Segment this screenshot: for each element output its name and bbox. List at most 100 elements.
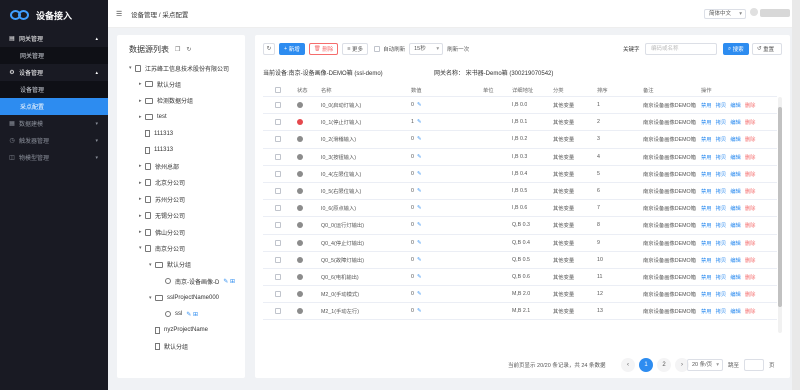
delete-link[interactable]: 删除 xyxy=(745,256,756,264)
sidebar-group-trigger[interactable]: ◷ 触发器管理 ▾ xyxy=(0,132,108,149)
edit-value-icon[interactable]: ✎ xyxy=(417,274,421,280)
tree-node[interactable]: 默认分组 xyxy=(149,342,188,352)
copy-link[interactable]: 拷贝 xyxy=(716,153,727,161)
table-row[interactable]: Q0_6(电机输出) 0 ✎ Q,B 0.6 其他变量 11 南京设备画像DEMO箱 禁用 拷贝… xyxy=(263,269,777,287)
more-button[interactable]: ≡ 更多 xyxy=(342,43,369,55)
breadcrumb-item[interactable]: 设备管理 xyxy=(131,12,157,19)
sidebar-item-device-manage[interactable]: 设备管理 xyxy=(0,81,108,98)
copy-link[interactable]: 拷贝 xyxy=(716,307,727,315)
sidebar-group-gateway[interactable]: ▤ 网关管理 ▴ xyxy=(0,30,108,47)
row-checkbox[interactable] xyxy=(275,256,281,263)
disable-link[interactable]: 禁用 xyxy=(701,153,712,161)
table-row[interactable]: I0_0(启动灯输入) 0 ✎ I,B 0.0 其他变量 1 南京设备画像DEMO箱 禁用 拷贝… xyxy=(263,97,777,115)
page-size-select[interactable]: 20 条/页 xyxy=(687,359,723,371)
node-edit-icons[interactable]: ✎ ⊞ xyxy=(223,278,235,285)
disable-link[interactable]: 禁用 xyxy=(701,187,712,195)
disable-link[interactable]: 禁用 xyxy=(701,256,712,264)
edit-link[interactable]: 编辑 xyxy=(730,153,741,161)
copy-link[interactable]: 拷贝 xyxy=(716,204,727,212)
disable-link[interactable]: 禁用 xyxy=(701,273,712,281)
edit-value-icon[interactable]: ✎ xyxy=(417,257,421,263)
edit-link[interactable]: 编辑 xyxy=(730,256,741,264)
row-checkbox[interactable] xyxy=(275,239,281,246)
node-edit-icons[interactable]: ✎ ⊞ xyxy=(186,311,198,318)
copy-link[interactable]: 拷贝 xyxy=(716,221,727,229)
edit-value-icon[interactable]: ✎ xyxy=(417,222,421,228)
menu-toggle-icon[interactable]: ☰ xyxy=(116,10,123,18)
user-name-blurred[interactable] xyxy=(760,9,790,17)
disable-link[interactable]: 禁用 xyxy=(701,118,712,126)
table-row[interactable]: I0_4(左限位输入) 0 ✎ I,B 0.4 其他变量 5 南京设备画像DEMO箱 禁用 拷贝… xyxy=(263,166,777,183)
select-all-checkbox[interactable] xyxy=(275,86,281,93)
row-checkbox[interactable] xyxy=(275,308,281,315)
copy-link[interactable]: 拷贝 xyxy=(716,187,727,195)
delete-link[interactable]: 删除 xyxy=(745,101,756,109)
table-scrollbar[interactable] xyxy=(778,97,782,333)
tree-node[interactable]: ▸ 徐州总部 xyxy=(139,161,179,171)
edit-link[interactable]: 编辑 xyxy=(730,239,741,247)
table-row[interactable]: I0_3(按钮输入) 0 ✎ I,B 0.3 其他变量 4 南京设备画像DEMO箱 禁用 拷贝编… xyxy=(263,149,777,166)
disable-link[interactable]: 禁用 xyxy=(701,170,712,178)
table-row[interactable]: I0_5(右限位输入) 0 ✎ I,B 0.5 其他变量 6 南京设备画像DEMO箱 禁用 拷贝… xyxy=(263,183,777,201)
edit-value-icon[interactable]: ✎ xyxy=(417,119,421,125)
edit-link[interactable]: 编辑 xyxy=(730,118,741,126)
tree-node[interactable]: ▸ 北京分公司 xyxy=(139,178,185,188)
sidebar-item-gateway-manage[interactable]: 网关管理 xyxy=(0,47,108,64)
edit-link[interactable]: 编辑 xyxy=(730,273,741,281)
edit-link[interactable]: 编辑 xyxy=(730,204,741,212)
row-checkbox[interactable] xyxy=(275,102,281,109)
copy-link[interactable]: 拷贝 xyxy=(716,290,727,298)
tree-node[interactable]: 南京-设备画像-D ✎ ⊞ xyxy=(159,276,235,286)
edit-value-icon[interactable]: ✎ xyxy=(417,205,421,211)
avatar[interactable] xyxy=(750,8,758,16)
copy-link[interactable]: 拷贝 xyxy=(716,101,727,109)
delete-link[interactable]: 删除 xyxy=(745,204,756,212)
jump-page-input[interactable] xyxy=(744,359,765,371)
delete-button[interactable]: 🗑 删除 xyxy=(308,43,339,55)
edit-link[interactable]: 编辑 xyxy=(730,187,741,195)
row-checkbox[interactable] xyxy=(275,273,281,280)
tree-node[interactable]: ▸ test xyxy=(139,112,167,122)
refresh-icon[interactable]: ↻ xyxy=(186,46,191,53)
table-row[interactable]: I0_6(原点输入) 0 ✎ I,B 0.6 其他变量 7 南京设备画像DEMO箱 禁用 拷贝编… xyxy=(263,200,777,218)
tree-node[interactable]: ▸ 检测数据分组 xyxy=(139,96,193,106)
copy-icon[interactable]: ❐ xyxy=(175,46,180,53)
page-2-button[interactable]: 2 xyxy=(657,358,671,372)
tree-node[interactable]: ▸ 苏州分公司 xyxy=(139,194,185,204)
sidebar-group-device[interactable]: ⚙ 设备管理 ▴ xyxy=(0,64,108,81)
table-row[interactable]: Q0_5(故障灯输出) 0 ✎ Q,B 0.5 其他变量 10 南京设备画像DEMO箱 禁用拷… xyxy=(263,252,777,269)
delete-link[interactable]: 删除 xyxy=(745,273,756,281)
edit-value-icon[interactable]: ✎ xyxy=(417,291,421,297)
edit-value-icon[interactable]: ✎ xyxy=(417,308,421,314)
copy-link[interactable]: 拷贝 xyxy=(716,256,727,264)
copy-link[interactable]: 拷贝 xyxy=(716,239,727,247)
scrollbar-thumb[interactable] xyxy=(778,107,782,307)
copy-link[interactable]: 拷贝 xyxy=(716,135,727,143)
language-select[interactable]: 简体中文 xyxy=(704,9,746,19)
delete-link[interactable]: 删除 xyxy=(745,118,756,126)
sidebar-item-point-config[interactable]: 采点配置 xyxy=(0,98,108,115)
row-checkbox[interactable] xyxy=(275,170,281,177)
tree-node[interactable]: ▸ 无锡分公司 xyxy=(139,211,185,221)
search-button[interactable]: ⌕ 搜索 xyxy=(723,43,749,55)
edit-link[interactable]: 编辑 xyxy=(730,170,741,178)
delete-link[interactable]: 删除 xyxy=(745,290,756,298)
edit-link[interactable]: 编辑 xyxy=(730,290,741,298)
delete-link[interactable]: 删除 xyxy=(745,307,756,315)
row-checkbox[interactable] xyxy=(275,136,281,143)
disable-link[interactable]: 禁用 xyxy=(701,221,712,229)
delete-link[interactable]: 删除 xyxy=(745,135,756,143)
row-checkbox[interactable] xyxy=(275,153,281,160)
row-checkbox[interactable] xyxy=(275,205,281,212)
page-1-button[interactable]: 1 xyxy=(639,358,653,372)
header-cell-select[interactable] xyxy=(275,83,281,96)
auto-refresh-checkbox[interactable] xyxy=(374,46,381,52)
edit-link[interactable]: 编辑 xyxy=(730,135,741,143)
tree-node[interactable]: ▾ 默认分组 xyxy=(149,260,191,270)
edit-value-icon[interactable]: ✎ xyxy=(417,102,421,108)
window-scrollbar[interactable] xyxy=(792,0,800,390)
delete-link[interactable]: 删除 xyxy=(745,187,756,195)
refresh-button[interactable]: ↻ xyxy=(263,43,275,55)
tree-node[interactable]: ▾ 江苏峰工信息技术股份有限公司 xyxy=(129,63,229,73)
tree-node[interactable]: ▸ 佛山分公司 xyxy=(139,227,185,237)
